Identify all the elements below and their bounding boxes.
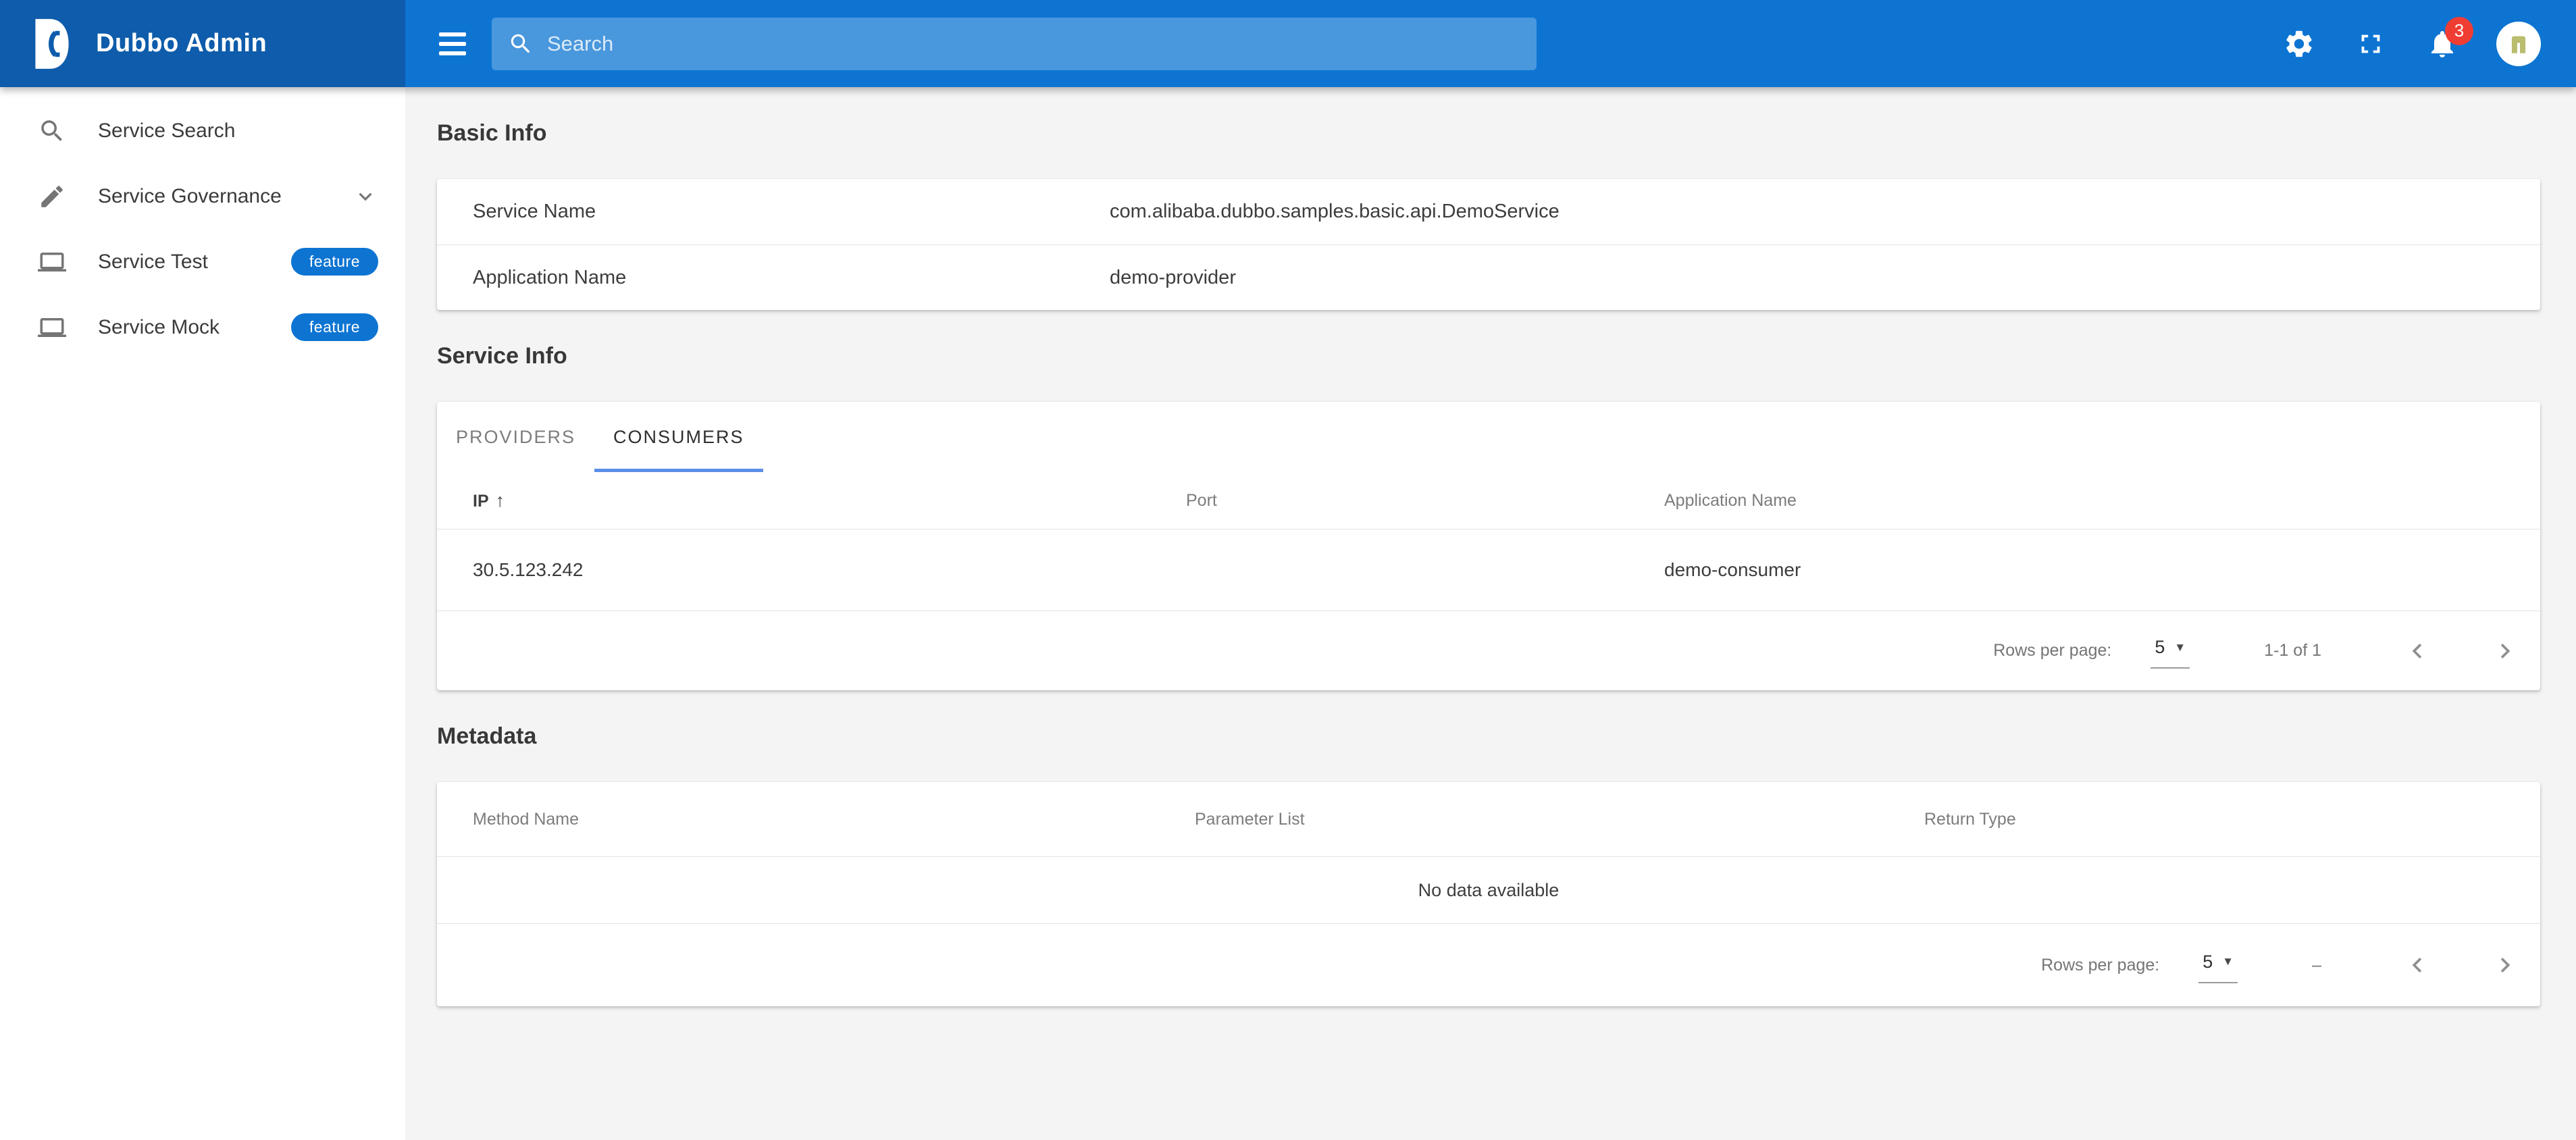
laptop-icon: [38, 248, 66, 276]
fullscreen-button[interactable]: [2353, 26, 2388, 61]
previous-page-button[interactable]: [2402, 636, 2432, 666]
info-row-application-name: Application Name demo-provider: [437, 244, 2540, 310]
sidebar-item-service-governance[interactable]: Service Governance: [0, 163, 405, 229]
hamburger-menu-button[interactable]: [439, 32, 466, 55]
metadata-pagination: Rows per page: 5 ▼ –: [437, 924, 2540, 1006]
sidebar-item-label: Service Search: [98, 119, 236, 142]
brand-area: Dubbo Admin: [0, 0, 405, 87]
fullscreen-icon: [2361, 34, 2380, 53]
main-content: Basic Info Service Name com.alibaba.dubb…: [405, 87, 2576, 1140]
section-title-service-info: Service Info: [437, 343, 567, 369]
cell-application-name: demo-consumer: [1664, 559, 1801, 580]
search-icon: [508, 31, 534, 57]
consumers-pagination: Rows per page: 5 ▼ 1-1 of 1: [437, 611, 2540, 690]
toolbar: 3: [405, 0, 2576, 87]
cell-ip: 30.5.123.242: [473, 559, 584, 580]
sidebar-item-label: Service Test: [98, 250, 208, 273]
chevron-left-icon: [2412, 643, 2422, 658]
column-header-method-name: Method Name: [473, 809, 579, 829]
basic-info-card: Service Name com.alibaba.dubbo.samples.b…: [437, 179, 2540, 310]
app-header: Dubbo Admin Search 3: [0, 0, 2576, 87]
feature-badge: feature: [290, 313, 378, 341]
chevron-right-icon: [2500, 643, 2510, 658]
metadata-card: Method Name Parameter List Return Type N…: [437, 782, 2540, 1006]
sidebar-item-service-search[interactable]: Service Search: [0, 98, 405, 163]
page-range-label: 1-1 of 1: [2264, 641, 2321, 660]
chevron-left-icon: [2412, 958, 2422, 973]
metadata-table-header: Method Name Parameter List Return Type: [437, 782, 2540, 856]
notification-count-badge: 3: [2445, 16, 2473, 45]
dropdown-caret-icon: ▼: [2222, 955, 2234, 968]
info-label: Service Name: [473, 201, 596, 222]
header-actions: 3: [2282, 16, 2541, 66]
service-info-tabs: PROVIDERS CONSUMERS: [437, 402, 2540, 472]
sidebar-item-service-test[interactable]: Service Test feature: [0, 229, 405, 294]
tab-consumers[interactable]: CONSUMERS: [594, 402, 763, 472]
chevron-down-icon: [353, 184, 378, 209]
consumer-table-row: 30.5.123.242 demo-consumer: [437, 529, 2540, 611]
info-value: com.alibaba.dubbo.samples.basic.api.Demo…: [1110, 201, 1560, 222]
chevron-right-icon: [2500, 958, 2510, 973]
info-value: demo-provider: [1110, 266, 1236, 288]
rows-per-page-label: Rows per page:: [1993, 641, 2112, 660]
previous-page-button[interactable]: [2402, 950, 2432, 980]
column-header-return-type: Return Type: [1924, 809, 2016, 829]
gear-icon: [2286, 30, 2312, 57]
rows-per-page-label: Rows per page:: [2041, 955, 2160, 975]
column-header-parameter-list: Parameter List: [1195, 809, 1305, 829]
tab-providers[interactable]: PROVIDERS: [437, 402, 594, 472]
notifications-button[interactable]: 3: [2425, 16, 2473, 61]
no-data-message: No data available: [437, 856, 2540, 924]
sidebar: Service Search Service Governance Servic…: [0, 87, 405, 1140]
rows-per-page-select[interactable]: 5 ▼: [2198, 948, 2238, 983]
feature-badge: feature: [290, 248, 378, 276]
sidebar-item-service-mock[interactable]: Service Mock feature: [0, 294, 405, 360]
hamburger-menu-icon: [439, 32, 466, 36]
sidebar-item-label: Service Governance: [98, 184, 282, 207]
info-label: Application Name: [473, 266, 627, 288]
user-avatar[interactable]: [2496, 21, 2541, 66]
next-page-button[interactable]: [2490, 950, 2520, 980]
column-header-ip[interactable]: IP ↑: [473, 490, 1186, 511]
settings-button[interactable]: [2282, 26, 2317, 61]
dubbo-logo-icon: [31, 16, 73, 72]
search-box[interactable]: [492, 17, 1537, 70]
next-page-button[interactable]: [2490, 636, 2520, 666]
section-title-metadata: Metadata: [437, 723, 537, 749]
column-header-application-name[interactable]: Application Name: [1664, 491, 2504, 511]
section-title-basic-info: Basic Info: [437, 120, 547, 146]
rows-per-page-select[interactable]: 5 ▼: [2150, 633, 2190, 669]
laptop-icon: [38, 313, 66, 342]
pencil-icon: [38, 182, 66, 211]
sort-ascending-icon: ↑: [495, 490, 505, 511]
search-input[interactable]: [546, 30, 1520, 57]
info-row-service-name: Service Name com.alibaba.dubbo.samples.b…: [437, 179, 2540, 244]
dropdown-caret-icon: ▼: [2174, 640, 2186, 654]
app-title: Dubbo Admin: [96, 29, 267, 57]
column-header-port[interactable]: Port: [1186, 491, 1664, 511]
sidebar-item-label: Service Mock: [98, 315, 220, 338]
magnify-icon: [38, 117, 66, 145]
service-info-card: PROVIDERS CONSUMERS IP ↑ Port Application…: [437, 402, 2540, 690]
page-range-label: –: [2312, 955, 2321, 975]
avatar-image: [2511, 36, 2526, 53]
dubbo-admin-app: Dubbo Admin Search 3 Service Search Serv…: [0, 0, 2576, 1140]
consumers-table-header: IP ↑ Port Application Name: [437, 472, 2540, 529]
